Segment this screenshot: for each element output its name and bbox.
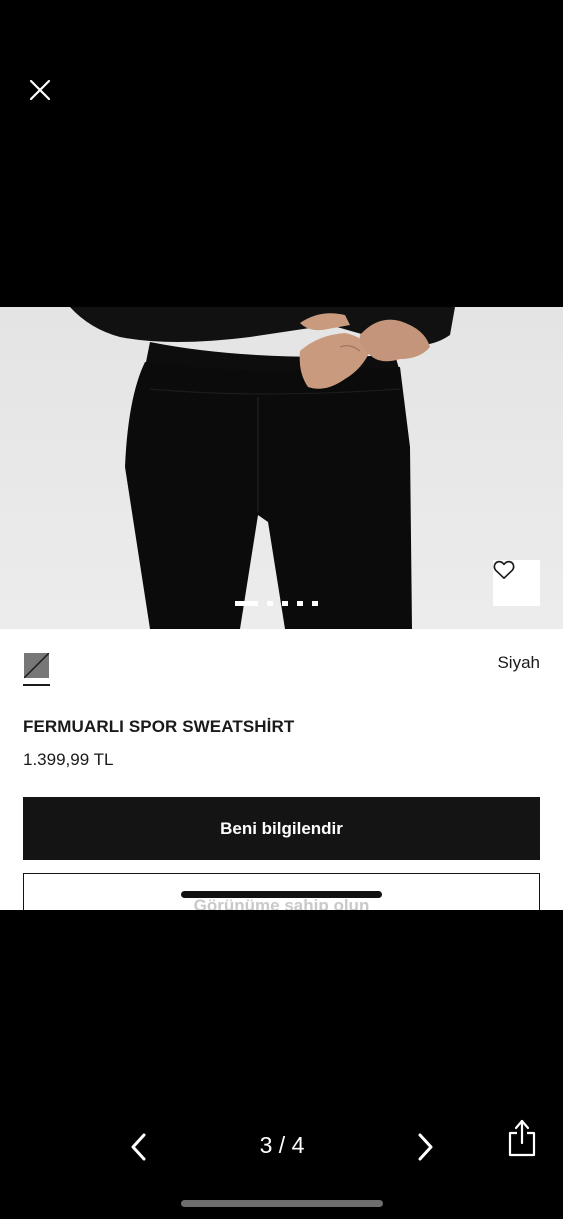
color-name: Siyah xyxy=(497,653,540,672)
share-button[interactable] xyxy=(506,1118,538,1158)
color-swatch[interactable] xyxy=(24,653,49,678)
carousel-dot[interactable] xyxy=(267,600,273,606)
image-counter: 3 / 4 xyxy=(259,1132,305,1158)
share-icon xyxy=(508,1119,536,1157)
swatch-diagonal xyxy=(24,653,49,678)
previous-button[interactable] xyxy=(126,1131,152,1163)
image-viewer: Siyah FERMUARLI SPOR SWEATSHİRT 1.399,99… xyxy=(0,0,563,1219)
close-icon xyxy=(29,79,51,101)
shop-the-look-label: Görünüme sahip olun xyxy=(193,896,370,910)
carousel-dot[interactable] xyxy=(312,600,318,606)
heart-icon xyxy=(493,560,515,579)
swatch-selected-underline xyxy=(23,684,50,686)
product-title: FERMUARLI SPOR SWEATSHİRT xyxy=(23,717,295,736)
screenshot-home-indicator xyxy=(181,891,382,898)
carousel-dot[interactable] xyxy=(282,600,288,606)
home-indicator xyxy=(181,1200,383,1207)
next-button[interactable] xyxy=(412,1131,438,1163)
product-photo[interactable] xyxy=(0,307,563,629)
product-price: 1.399,99 TL xyxy=(23,750,114,769)
product-card: Siyah FERMUARLI SPOR SWEATSHİRT 1.399,99… xyxy=(0,307,563,910)
chevron-left-icon xyxy=(131,1133,146,1161)
notify-me-button[interactable]: Beni bilgilendir xyxy=(23,797,540,860)
carousel-indicator xyxy=(235,600,318,606)
carousel-dot[interactable] xyxy=(297,600,303,606)
chevron-right-icon xyxy=(418,1133,433,1161)
close-button[interactable] xyxy=(24,74,56,106)
product-photo-illustration xyxy=(70,307,455,629)
favorite-button[interactable] xyxy=(493,560,540,606)
carousel-dot[interactable] xyxy=(235,600,258,606)
